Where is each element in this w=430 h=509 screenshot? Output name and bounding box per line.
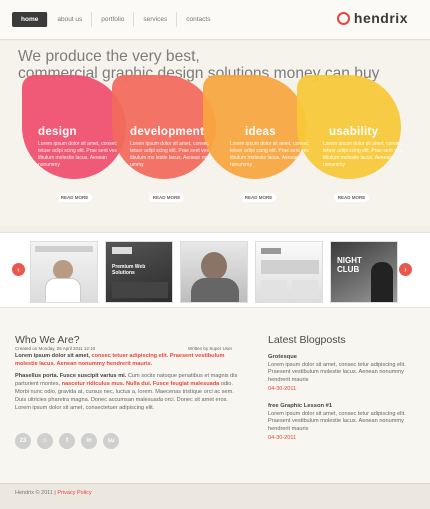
usability-read-more-button[interactable]: READ MORE [334,193,369,202]
blog-post-date: 04-30-2011 [268,435,297,442]
feature-design: design Lorem ipsum dolor sit amet, conse… [38,126,124,169]
blog-post-date: 04-30-2011 [268,386,297,393]
person-body [191,278,239,302]
portfolio-carousel: ‹ Premium Web Solutions NIGHT CLUB › [0,232,430,308]
privacy-policy-link[interactable]: Privacy Policy [57,490,91,496]
thumb-logo [112,247,132,254]
top-bar: home about us portfolio services contact… [0,0,430,40]
feature-title: usability [329,126,379,138]
paragraph-2: Phasellus porta. Fusce suscipit varius m… [15,372,242,412]
thumb-logo [261,248,281,254]
blog-post: Grotesque Lorem ipsum dolor sit amet, co… [268,354,418,392]
nav-portfolio[interactable]: portfolio [92,12,135,27]
carousel-thumb[interactable] [30,241,98,303]
nav-home[interactable]: home [12,12,49,27]
feature-title: design [38,126,77,138]
carousel-thumb[interactable] [255,241,323,303]
thumb-banner-text: Premium Web Solutions [112,264,146,276]
carousel-thumb[interactable]: NIGHT CLUB [330,241,398,303]
p2-highlight: nascetur ridiculus mus. Nulla dui. Fusce… [61,381,220,387]
feature-title: development [130,126,205,138]
reddit-icon[interactable]: ☺ [37,433,53,449]
person-body [45,278,81,302]
blog-post-excerpt: Lorem ipsum dolor sit amet, consec tetur… [268,411,406,432]
hero-headline-line1: We produce the very best, [18,48,200,65]
person-head [201,252,227,280]
content-area: Who We Are? Created on Monday, 26 April … [0,308,430,483]
paragraph-1: Lorem ipsum dolor sit amet, consec tetue… [15,352,242,368]
feature-text: Lorem ipsum dolor sit amet, consec tetue… [323,141,402,168]
feature-text: Lorem ipsum dolor sit amet, consec tetue… [230,141,309,168]
person-silhouette [371,262,393,302]
logo-ring-icon [336,11,350,25]
carousel-thumb[interactable] [180,241,248,303]
copyright: Hendrix © 2011 | [15,490,56,496]
carousel-prev-arrow-icon[interactable]: ‹ [12,263,25,276]
latest-blogposts-title: Latest Blogposts [268,334,346,346]
thumb-header-bar [35,246,93,252]
footer-text: Hendrix © 2011 | Privacy Policy [15,490,92,496]
main-nav: home about us portfolio services contact… [12,12,219,27]
ideas-read-more-button[interactable]: READ MORE [241,193,276,202]
carousel-thumb[interactable]: Premium Web Solutions [105,241,173,303]
p1-bold: Lorem ipsum dolor sit amet, [15,353,90,359]
feature-title: ideas [245,126,276,138]
thumb-block [261,280,287,298]
nav-services[interactable]: services [134,12,178,27]
blog-post-title[interactable]: free Graphic Lesson #1 [268,403,418,409]
facebook-icon[interactable]: f [59,433,75,449]
carousel-next-arrow-icon[interactable]: › [399,263,412,276]
blog-post-title[interactable]: Grotesque [268,354,418,360]
feature-text: Lorem ipsum dolor sit amet, consec tetue… [38,141,117,168]
feature-development: development Lorem ipsum dolor sit amet, … [130,126,216,169]
thumb-panel [112,282,168,298]
feature-text: Lorem ipsum dolor sit amet, consec tetue… [130,141,211,168]
development-read-more-button[interactable]: READ MORE [149,193,184,202]
author: Written by Super User [188,346,233,351]
design-read-more-button[interactable]: READ MORE [57,193,92,202]
feature-ideas: ideas Lorem ipsum dolor sit amet, consec… [230,126,316,169]
thumb-block [292,280,318,298]
linkedin-icon[interactable]: in [81,433,97,449]
logo-text: hendrix [353,10,408,26]
counter-icon[interactable]: 23 [15,433,31,449]
thumb-banner [261,260,319,274]
feature-usability: usability Lorem ipsum dolor sit amet, co… [323,126,409,169]
person-head [53,260,73,280]
nav-contacts[interactable]: contacts [177,12,219,27]
blog-post-excerpt: Lorem ipsum dolor sit amet, consec tetur… [268,362,406,383]
p2-bold: Phasellus porta. Fusce suscipit varius m… [15,373,127,379]
who-we-are-title: Who We Are? [15,334,80,346]
who-we-are-body: Lorem ipsum dolor sit amet, consec tetue… [15,352,242,412]
stumbleupon-icon[interactable]: su [103,433,119,449]
created-date: Created on Monday, 26 April 2011 12:10 [15,346,96,351]
blog-post: free Graphic Lesson #1 Lorem ipsum dolor… [268,403,418,441]
logo[interactable]: hendrix [336,10,408,26]
nav-about-us[interactable]: about us [48,12,93,27]
footer: Hendrix © 2011 | Privacy Policy [0,483,430,509]
